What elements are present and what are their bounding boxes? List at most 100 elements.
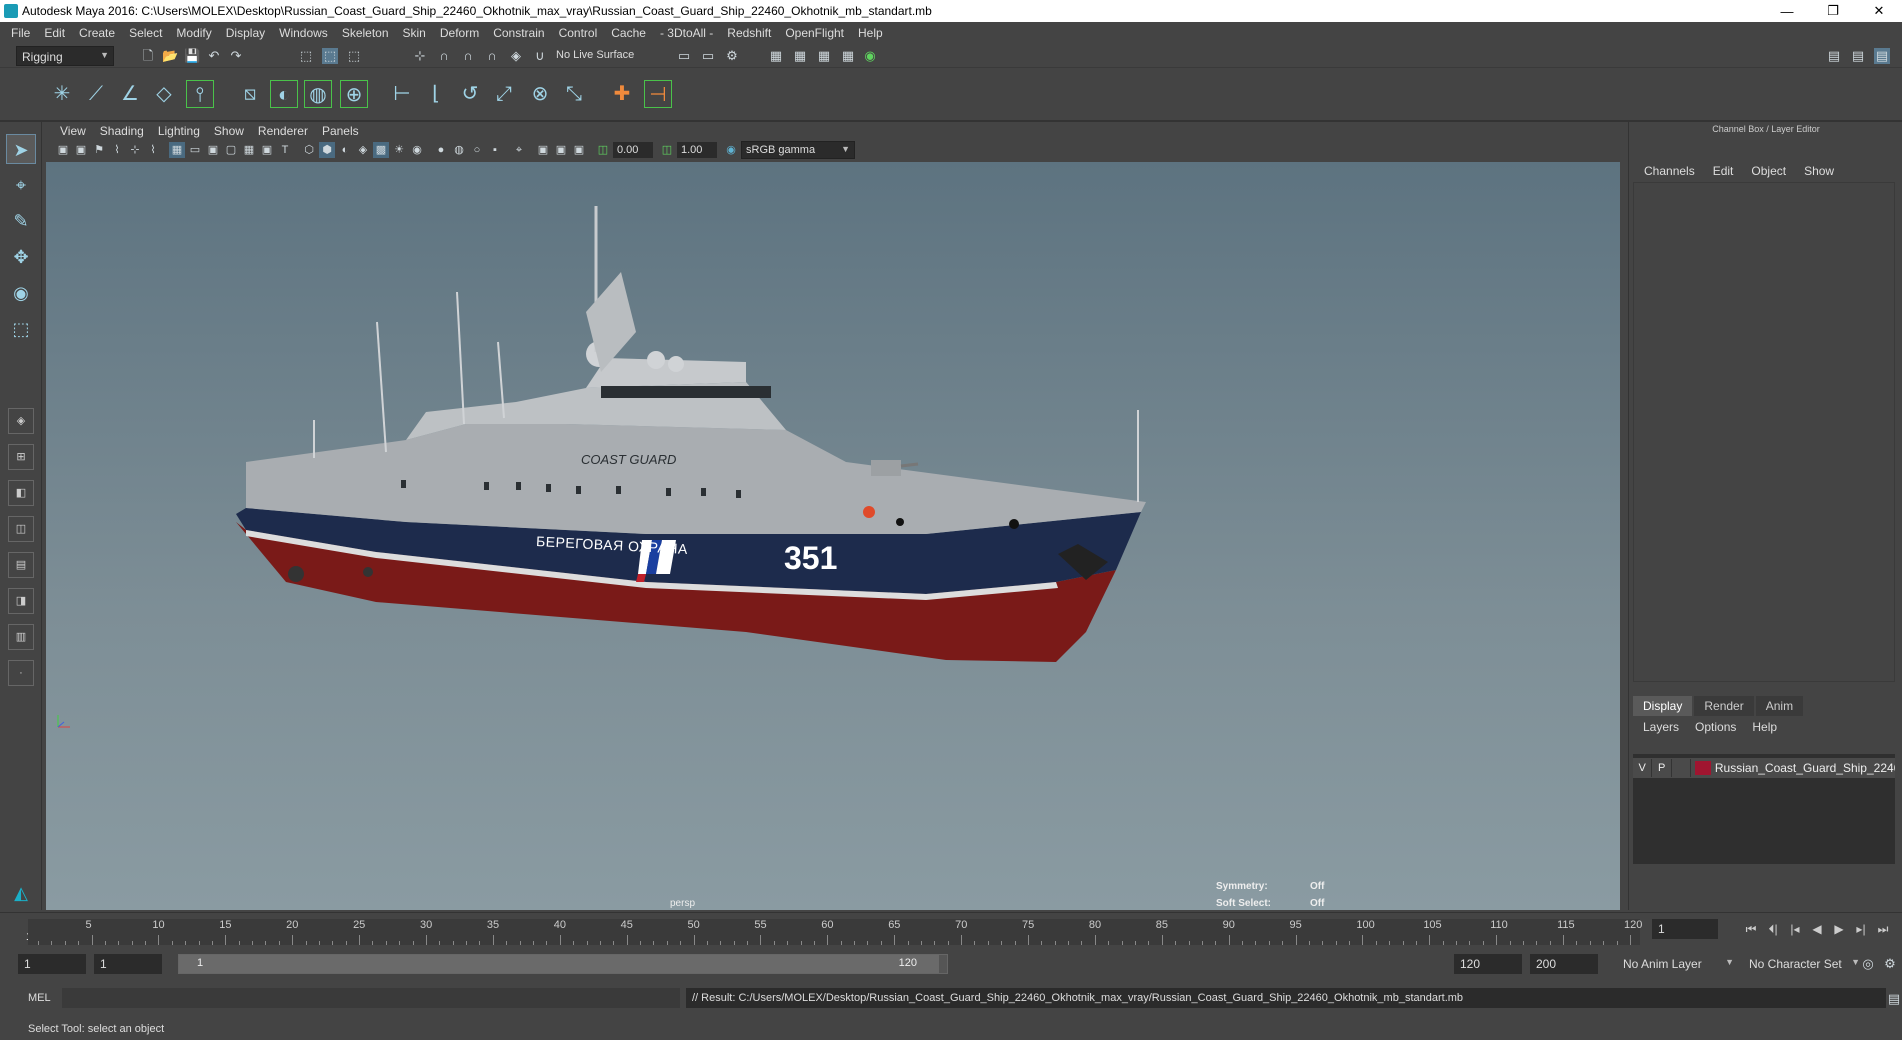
current-frame-field[interactable]: 1: [1652, 919, 1718, 939]
construction-history-icon[interactable]: ⚙: [724, 48, 740, 64]
close-button[interactable]: ✕: [1856, 0, 1902, 22]
script-editor-icon[interactable]: ▤: [1886, 991, 1902, 1007]
menu-3dtoall[interactable]: - 3DtoAll -: [653, 26, 720, 40]
xray-joints-icon[interactable]: ▣: [553, 142, 569, 158]
use-lights-icon[interactable]: ☀: [391, 142, 407, 158]
parent-constraint-icon[interactable]: ⊗: [526, 80, 554, 108]
snap-grid-icon[interactable]: ⊹: [412, 48, 428, 64]
layout-four-view[interactable]: ⊞: [8, 444, 34, 470]
gamma-icon[interactable]: ◫: [659, 142, 675, 158]
locator-icon[interactable]: ✚: [608, 80, 636, 108]
menu-openflight[interactable]: OpenFlight: [778, 26, 851, 40]
redo-icon[interactable]: ↷: [228, 48, 244, 64]
go-to-start-icon[interactable]: ⏮: [1740, 919, 1762, 939]
animation-end-field[interactable]: 200: [1530, 954, 1598, 974]
grid-icon[interactable]: ▦: [169, 142, 185, 158]
point-constraint-icon[interactable]: ⊢: [388, 80, 416, 108]
textured-icon[interactable]: ▩: [373, 142, 389, 158]
wireframe-on-shaded-icon[interactable]: ◈: [355, 142, 371, 158]
resolution-gate-icon[interactable]: ▣: [205, 142, 221, 158]
panel-menu-panels[interactable]: Panels: [315, 124, 366, 138]
open-scene-icon[interactable]: 📂: [162, 48, 178, 64]
go-to-end-icon[interactable]: ⏭: [1872, 919, 1894, 939]
camera-select-icon[interactable]: ▣: [55, 142, 71, 158]
camera-attr-icon[interactable]: ⊹: [127, 142, 143, 158]
insert-joint-icon[interactable]: ◇: [150, 80, 178, 108]
layout-attribute-icon[interactable]: ▤: [1850, 48, 1866, 64]
layer-menu-layers[interactable]: Layers: [1635, 720, 1687, 734]
menuset-dropdown[interactable]: Rigging ▼: [16, 46, 114, 66]
anti-alias-icon[interactable]: ○: [469, 142, 485, 158]
layer-name[interactable]: Russian_Coast_Guard_Ship_2246: [1715, 761, 1895, 775]
menu-control[interactable]: Control: [552, 26, 605, 40]
playback-end-field[interactable]: 120: [1454, 954, 1522, 974]
layout-graph-editor[interactable]: ◨: [8, 588, 34, 614]
snap-view-icon[interactable]: ∩: [484, 48, 500, 64]
menu-create[interactable]: Create: [72, 26, 122, 40]
range-slider[interactable]: 1 120: [178, 954, 948, 974]
safe-action-icon[interactable]: ▣: [259, 142, 275, 158]
play-backward-icon[interactable]: ◀: [1806, 919, 1828, 939]
pole-vector-icon[interactable]: ⤡: [560, 80, 588, 108]
menu-constrain[interactable]: Constrain: [486, 26, 551, 40]
panel-menu-renderer[interactable]: Renderer: [251, 124, 315, 138]
menu-deform[interactable]: Deform: [433, 26, 486, 40]
anim-prefs-icon[interactable]: ⚙: [1882, 956, 1898, 972]
save-scene-icon[interactable]: 💾: [184, 48, 200, 64]
lattice-icon[interactable]: ⧅: [236, 80, 264, 108]
cb-menu-show[interactable]: Show: [1795, 164, 1843, 178]
lasso-tool-icon[interactable]: ⌖: [6, 170, 36, 200]
colorspace-dropdown[interactable]: sRGB gamma ▼: [741, 141, 855, 159]
snap-curve-icon[interactable]: ∩: [436, 48, 452, 64]
select-tool-icon[interactable]: ➤: [6, 134, 36, 164]
time-slider[interactable]: 1 5 10 15 20 25 30 35 40 45 50 55 60 65 70 75 80 85 90 95 1…: [0, 912, 1902, 946]
layer-visibility-toggle[interactable]: V: [1633, 759, 1653, 777]
layout-hypershade[interactable]: ▤: [8, 552, 34, 578]
select-hierarchy-icon[interactable]: ⬚: [298, 48, 314, 64]
snap-point-icon[interactable]: ∩: [460, 48, 476, 64]
isolate-select-icon[interactable]: ⌖: [511, 142, 527, 158]
menu-display[interactable]: Display: [219, 26, 272, 40]
paint-select-icon[interactable]: ✎: [6, 206, 36, 236]
layout-custom[interactable]: ·: [8, 660, 34, 686]
depth-of-field-icon[interactable]: ▪: [487, 142, 503, 158]
tab-display[interactable]: Display: [1633, 696, 1693, 716]
animation-start-field[interactable]: 1: [18, 954, 86, 974]
step-forward-key-icon[interactable]: ▸|: [1850, 919, 1872, 939]
panel-menu-view[interactable]: View: [53, 124, 93, 138]
undo-icon[interactable]: ↶: [206, 48, 222, 64]
bookmark-icon[interactable]: ⚑: [91, 142, 107, 158]
perspective-viewport[interactable]: БЕРЕГОВАЯ ОХРАНА COAST GUARD 351 persp S…: [46, 162, 1620, 910]
cb-menu-object[interactable]: Object: [1742, 164, 1795, 178]
camera-lock-icon[interactable]: ▣: [73, 142, 89, 158]
layout-outliner[interactable]: ▥: [8, 624, 34, 650]
render-current-icon[interactable]: ▦: [792, 48, 808, 64]
xray-icon[interactable]: ▣: [535, 142, 551, 158]
time-ruler[interactable]: 5 10 15 20 25 30 35 40 45 50 55 60 65 70 75 80 85 90 95 100…: [28, 919, 1642, 945]
orient-constraint-icon[interactable]: ↺: [456, 80, 484, 108]
menu-redshift[interactable]: Redshift: [720, 26, 778, 40]
tab-render[interactable]: Render: [1694, 696, 1754, 716]
menu-help[interactable]: Help: [851, 26, 890, 40]
ik-spline-icon[interactable]: ∠: [116, 80, 144, 108]
gamma-field[interactable]: 1.00: [677, 142, 717, 158]
panel-menu-lighting[interactable]: Lighting: [151, 124, 207, 138]
shadows-icon[interactable]: ◉: [409, 142, 425, 158]
make-live-icon[interactable]: ∪: [532, 48, 548, 64]
step-back-frame-icon[interactable]: ⏴|: [1762, 919, 1784, 939]
move-tool-icon[interactable]: ✥: [6, 242, 36, 272]
exposure-field[interactable]: 0.00: [613, 142, 653, 158]
layer-color-swatch[interactable]: [1695, 761, 1711, 775]
menu-select[interactable]: Select: [122, 26, 169, 40]
input-ops-icon[interactable]: ▭: [676, 48, 692, 64]
cluster-handle-icon[interactable]: ⊣: [644, 80, 672, 108]
render-view-icon[interactable]: ▦: [768, 48, 784, 64]
image-plane-icon[interactable]: ⌇: [109, 142, 125, 158]
exposure-icon[interactable]: ◫: [595, 142, 611, 158]
gate-mask-icon[interactable]: ▢: [223, 142, 239, 158]
safe-title-icon[interactable]: T: [277, 142, 293, 158]
layer-row[interactable]: V P Russian_Coast_Guard_Ship_2246: [1633, 758, 1895, 778]
channel-list[interactable]: [1633, 182, 1895, 682]
minimize-button[interactable]: —: [1764, 0, 1810, 22]
ik-handle-icon[interactable]: ⟋: [82, 80, 110, 108]
